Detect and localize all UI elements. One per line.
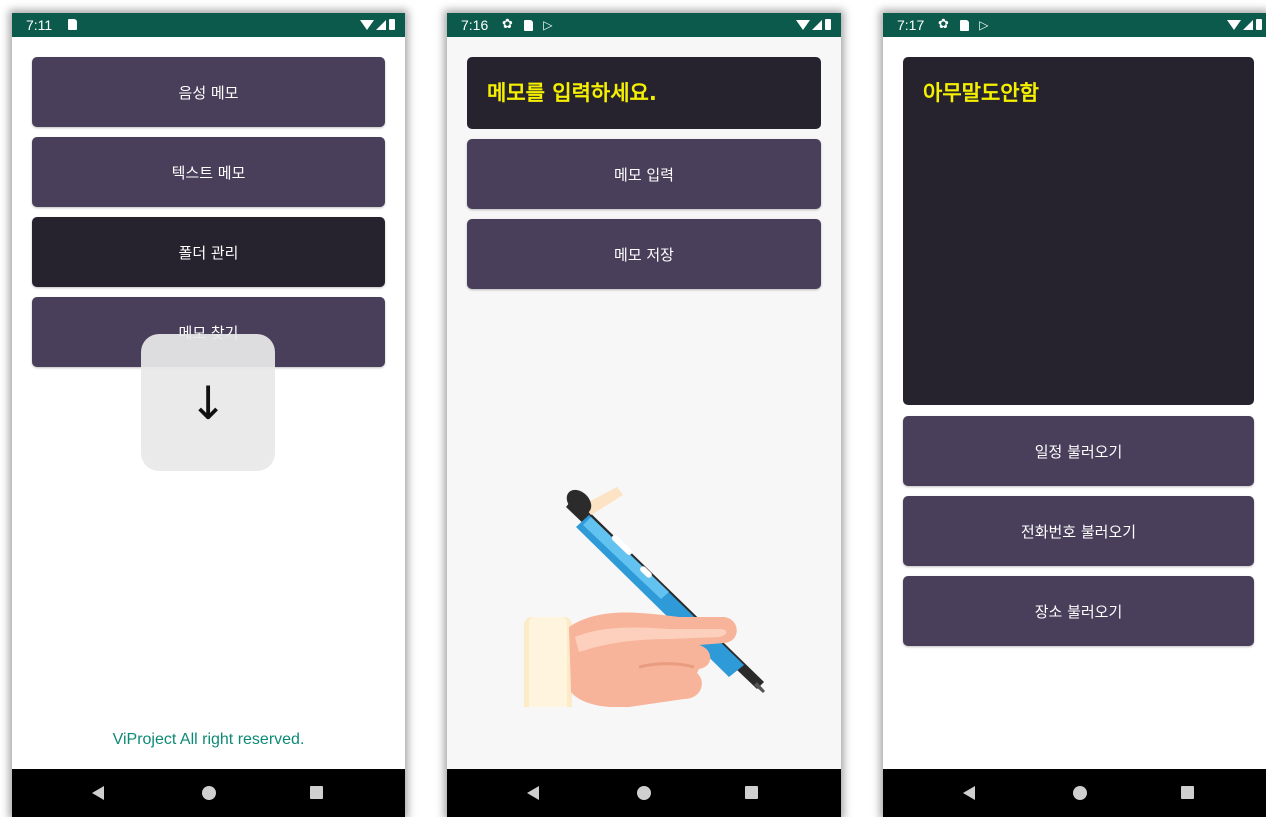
arrow-down-icon: ↓: [188, 375, 228, 430]
memo-text-area[interactable]: 아무말도안함: [903, 57, 1254, 405]
nav-bar: [883, 769, 1266, 817]
home-icon[interactable]: [1073, 786, 1087, 800]
load-phone-button[interactable]: 전화번호 불러오기: [903, 496, 1254, 566]
recent-apps-icon[interactable]: [310, 786, 323, 799]
status-icons-right: [796, 13, 831, 37]
play-store-icon: ▷: [979, 18, 989, 32]
load-schedule-button[interactable]: 일정 불러오기: [903, 416, 1254, 486]
play-store-icon: ▷: [543, 18, 553, 32]
signal-icon: [1243, 19, 1253, 30]
status-icons-right: [360, 13, 395, 37]
back-icon[interactable]: [963, 786, 975, 800]
hand-writing-pen-illustration: [524, 487, 765, 707]
back-icon[interactable]: [527, 786, 539, 800]
phone-screen-text-memo: 7:16 ✿ ▷ 메모를 입력하세요. 메모 입력 메모 저장: [447, 13, 841, 817]
nav-bar: [12, 769, 405, 817]
signal-icon: [376, 19, 386, 30]
battery-icon: [825, 19, 831, 30]
status-bar: 7:17 ✿ ▷: [883, 13, 1266, 37]
status-time: 7:11: [26, 17, 53, 33]
status-time: 7:17: [897, 17, 925, 33]
text-memo-button[interactable]: 텍스트 메모: [32, 137, 385, 207]
memo-input-field[interactable]: 메모를 입력하세요.: [467, 57, 821, 129]
recent-apps-icon[interactable]: [745, 786, 758, 799]
sd-card-icon: [68, 13, 77, 37]
gear-icon: ✿: [502, 17, 513, 32]
nav-bar: [447, 769, 841, 817]
home-icon[interactable]: [637, 786, 651, 800]
folder-manage-button[interactable]: 폴더 관리: [32, 217, 385, 287]
back-icon[interactable]: [92, 786, 104, 800]
wifi-icon: [1227, 19, 1241, 30]
voice-memo-button[interactable]: 음성 메모: [32, 57, 385, 127]
main-menu-content: 음성 메모 텍스트 메모 폴더 관리 메모 찾기 ↓ ViProject All…: [12, 37, 405, 769]
sd-card-icon: [524, 19, 534, 31]
status-time: 7:16: [461, 17, 489, 33]
phone-screen-main-menu: 7:11 음성 메모 텍스트 메모 폴더 관리 메모 찾기 ↓ ViProjec…: [12, 13, 405, 817]
home-icon[interactable]: [202, 786, 216, 800]
wifi-icon: [360, 19, 374, 30]
status-bar: 7:11: [12, 13, 405, 37]
copyright-footer: ViProject All right reserved.: [112, 731, 305, 748]
signal-icon: [812, 19, 822, 30]
recent-apps-icon[interactable]: [1181, 786, 1194, 799]
sd-card-icon: [960, 19, 970, 31]
memo-save-button[interactable]: 메모 저장: [467, 219, 821, 289]
status-icons-right: [1227, 13, 1262, 37]
memo-detail-content: 아무말도안함 일정 불러오기 전화번호 불러오기 장소 불러오기: [883, 37, 1266, 769]
status-icons-left: ✿ ▷: [502, 13, 552, 38]
status-bar: 7:16 ✿ ▷: [447, 13, 841, 37]
phone-screen-memo-detail: 7:17 ✿ ▷ 아무말도안함 일정 불러오기 전화번호 불러오기 장소 불러오…: [883, 13, 1266, 817]
battery-icon: [389, 19, 395, 30]
wifi-icon: [796, 19, 810, 30]
status-icons-left: ✿ ▷: [938, 13, 988, 38]
drag-overlay: ↓: [141, 334, 275, 471]
battery-icon: [1256, 19, 1262, 30]
load-place-button[interactable]: 장소 불러오기: [903, 576, 1254, 646]
gear-icon: ✿: [938, 17, 949, 32]
hand-icon: [524, 612, 737, 707]
memo-enter-button[interactable]: 메모 입력: [467, 139, 821, 209]
text-memo-content: 메모를 입력하세요. 메모 입력 메모 저장: [447, 37, 841, 769]
